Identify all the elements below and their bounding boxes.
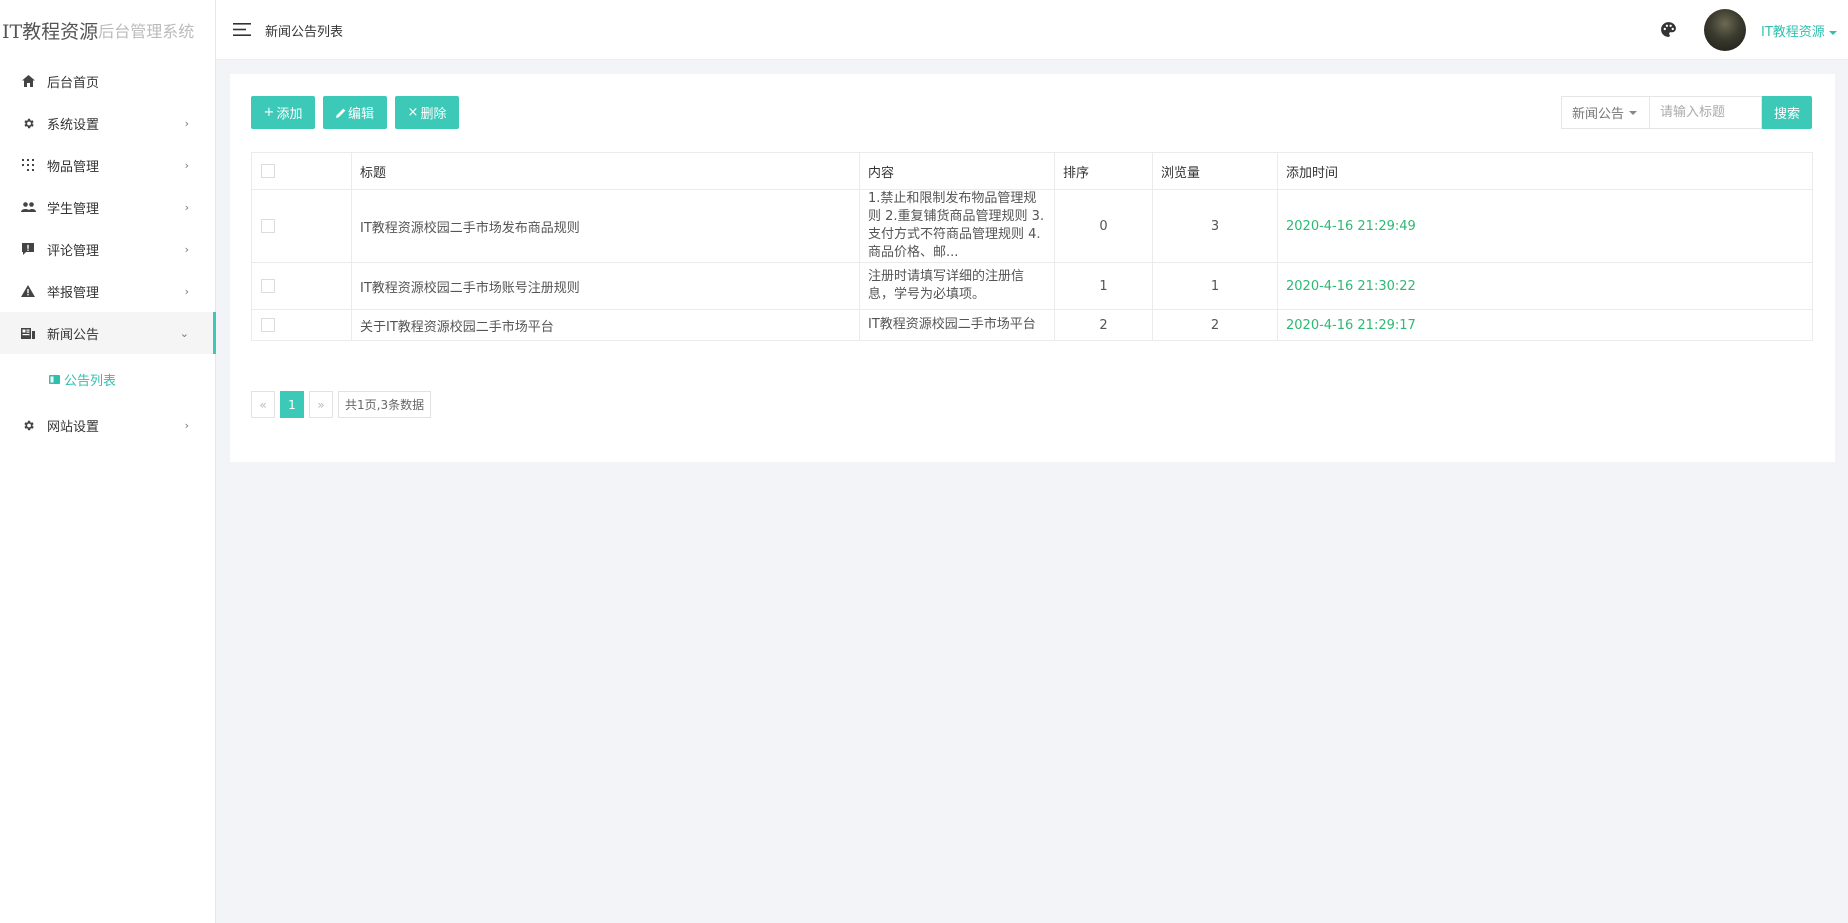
table-row[interactable]: IT教程资源校园二手市场发布商品规则 1.禁止和限制发布物品管理规则 2.重复铺… xyxy=(251,189,1813,263)
sidebar-item-label: 举报管理 xyxy=(47,285,100,301)
cell-time: 2020-4-16 21:30:22 xyxy=(1277,262,1813,310)
chevron-down-icon: ⌄ xyxy=(179,326,189,340)
edit-button[interactable]: 编辑 xyxy=(323,96,387,129)
chevron-right-icon: › xyxy=(184,200,189,214)
table-row[interactable]: IT教程资源校园二手市场账号注册规则 注册时请填写详细的注册信息，学号为必填项。… xyxy=(251,262,1813,310)
select-all-cell xyxy=(251,152,352,190)
add-button[interactable]: + 添加 xyxy=(251,96,315,129)
cell-views: 2 xyxy=(1152,309,1278,341)
delete-button[interactable]: × 删除 xyxy=(395,96,459,129)
avatar[interactable] xyxy=(1704,9,1746,51)
chevron-right-icon: › xyxy=(184,284,189,298)
cell-views: 3 xyxy=(1152,189,1278,263)
menu-toggle-icon[interactable] xyxy=(233,22,251,37)
row-checkbox[interactable] xyxy=(261,219,275,233)
row-checkbox[interactable] xyxy=(261,318,275,332)
caret-down-icon xyxy=(1629,110,1638,115)
row-checkbox[interactable] xyxy=(261,279,275,293)
chevron-right-icon: › xyxy=(184,158,189,172)
table-row[interactable]: 关于IT教程资源校园二手市场平台 IT教程资源校园二手市场平台 2 2 2020… xyxy=(251,309,1813,341)
cell-content: 注册时请填写详细的注册信息，学号为必填项。 xyxy=(859,262,1055,310)
sidebar: IT教程资源 后台管理系统 后台首页 系统设置 › 物品管理 › 学生管理 › 评… xyxy=(0,0,216,923)
close-icon: × xyxy=(407,105,419,120)
users-icon xyxy=(20,199,36,215)
plus-icon: + xyxy=(263,105,275,120)
sidebar-item-label: 网站设置 xyxy=(47,419,100,435)
pencil-icon xyxy=(335,108,346,118)
sidebar-item-label: 新闻公告 xyxy=(47,327,100,343)
pagination-info: 共1页,3条数据 xyxy=(338,391,432,418)
cell-order: 0 xyxy=(1054,189,1153,263)
gear-icon xyxy=(20,417,36,433)
row-select-cell xyxy=(251,262,352,310)
cell-content: 1.禁止和限制发布物品管理规则 2.重复铺货商品管理规则 3.支付方式不符商品管… xyxy=(859,189,1055,263)
news-icon xyxy=(20,325,36,341)
cell-time: 2020-4-16 21:29:49 xyxy=(1277,189,1813,263)
column-header-title[interactable]: 标题 xyxy=(351,152,860,190)
user-menu[interactable]: IT教程资源 xyxy=(1761,21,1837,40)
sidebar-item-students[interactable]: 学生管理 › xyxy=(0,186,215,228)
cell-title: 关于IT教程资源校园二手市场平台 xyxy=(351,309,860,341)
page-button-current[interactable]: 1 xyxy=(280,391,304,418)
chevron-right-icon: › xyxy=(184,116,189,130)
title-search-input[interactable] xyxy=(1650,96,1762,129)
home-icon xyxy=(20,73,36,89)
sidebar-item-system-settings[interactable]: 系统设置 › xyxy=(0,102,215,144)
cell-time: 2020-4-16 21:29:17 xyxy=(1277,309,1813,341)
sidebar-item-comments[interactable]: 评论管理 › xyxy=(0,228,215,270)
table-header-row: 标题 内容 排序 浏览量 添加时间 xyxy=(251,152,1813,190)
cell-views: 1 xyxy=(1152,262,1278,310)
column-header-content[interactable]: 内容 xyxy=(859,152,1055,190)
notice-table: 标题 内容 排序 浏览量 添加时间 IT教程资源校园二手市场发布商品规则 1.禁… xyxy=(251,152,1813,341)
chevron-right-icon: › xyxy=(184,242,189,256)
column-header-time[interactable]: 添加时间 xyxy=(1277,152,1813,190)
caret-down-icon xyxy=(1828,30,1837,35)
sidebar-item-label: 后台首页 xyxy=(47,75,100,91)
gear-icon xyxy=(20,115,36,131)
chevron-right-icon: › xyxy=(184,418,189,432)
warning-icon xyxy=(20,283,36,299)
category-select[interactable]: 新闻公告 xyxy=(1561,96,1650,129)
sidebar-item-reports[interactable]: 举报管理 › xyxy=(0,270,215,312)
cell-order: 2 xyxy=(1054,309,1153,341)
search-button[interactable]: 搜索 xyxy=(1762,96,1812,129)
notice-list-card: +添加 编辑 ×删除 新闻公告 搜索 标题 内容 排序 浏览量 添加时间 I xyxy=(230,74,1835,462)
user-name: IT教程资源 xyxy=(1761,25,1825,40)
row-select-cell xyxy=(251,309,352,341)
sidebar-subitem-notice-list[interactable]: 公告列表 xyxy=(0,354,215,404)
sidebar-item-label: 学生管理 xyxy=(47,201,100,217)
category-select-value: 新闻公告 xyxy=(1572,107,1625,122)
sidebar-item-label: 系统设置 xyxy=(47,117,100,133)
sidebar-item-site-settings[interactable]: 网站设置 › xyxy=(0,404,215,446)
sidebar-item-news[interactable]: 新闻公告 ⌄ xyxy=(0,312,216,354)
column-header-views[interactable]: 浏览量 xyxy=(1152,152,1278,190)
sidebar-menu: 后台首页 系统设置 › 物品管理 › 学生管理 › 评论管理 › 举报管理 › xyxy=(0,60,216,446)
sidebar-item-label: 评论管理 xyxy=(47,243,100,259)
sidebar-item-home[interactable]: 后台首页 xyxy=(0,60,215,102)
sidebar-item-goods[interactable]: 物品管理 › xyxy=(0,144,215,186)
top-header: 新闻公告列表 IT教程资源 xyxy=(216,0,1848,60)
column-header-order[interactable]: 排序 xyxy=(1054,152,1153,190)
brand-logo[interactable]: IT教程资源 后台管理系统 xyxy=(0,0,215,60)
comment-alert-icon xyxy=(20,241,36,257)
brand-primary: IT教程资源 xyxy=(2,20,99,43)
page-title: 新闻公告列表 xyxy=(265,25,344,40)
select-all-checkbox[interactable] xyxy=(261,164,275,178)
cell-title: IT教程资源校园二手市场账号注册规则 xyxy=(351,262,860,310)
card-icon xyxy=(49,374,60,384)
sidebar-subitem-label: 公告列表 xyxy=(64,373,117,389)
pagination: « 1 » 共1页,3条数据 xyxy=(251,391,432,418)
row-select-cell xyxy=(251,189,352,263)
brand-secondary: 后台管理系统 xyxy=(98,22,195,41)
cell-order: 1 xyxy=(1054,262,1153,310)
cell-title: IT教程资源校园二手市场发布商品规则 xyxy=(351,189,860,263)
next-page-button[interactable]: » xyxy=(309,391,333,418)
palette-icon[interactable] xyxy=(1660,21,1677,38)
grid-dots-icon xyxy=(20,157,36,173)
prev-page-button[interactable]: « xyxy=(251,391,275,418)
sidebar-item-label: 物品管理 xyxy=(47,159,100,175)
cell-content: IT教程资源校园二手市场平台 xyxy=(859,309,1055,341)
